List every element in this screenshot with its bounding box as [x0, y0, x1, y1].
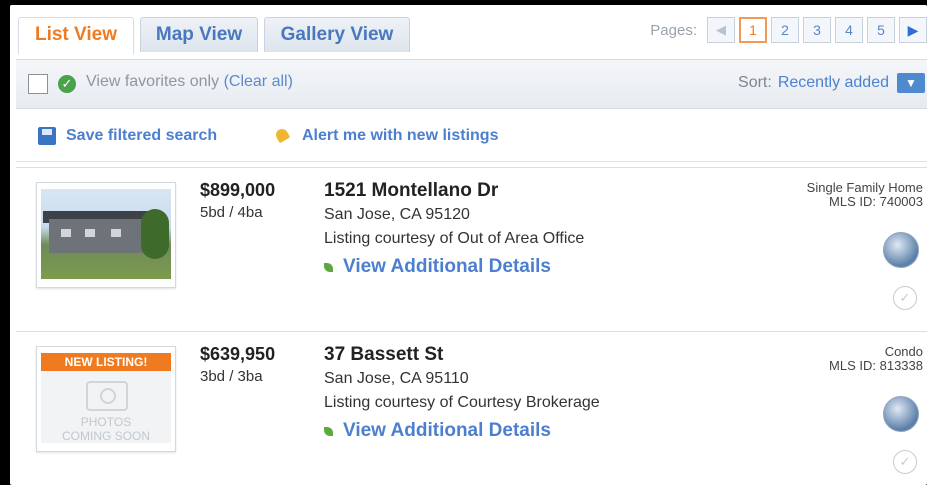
- tab-gallery-view[interactable]: Gallery View: [264, 17, 410, 52]
- camera-icon: [86, 381, 128, 411]
- favorites-only-label: View favorites only: [86, 73, 220, 90]
- leaf-icon: [324, 262, 333, 272]
- filter-bar: ✓ View favorites only (Clear all) Sort: …: [16, 59, 927, 109]
- save-filtered-search-button[interactable]: Save filtered search: [38, 127, 217, 145]
- listing-courtesy: Listing courtesy of Out of Area Office: [324, 230, 585, 247]
- favorite-toggle-icon[interactable]: ✓: [893, 450, 917, 474]
- listing-city: San Jose, CA 95110: [324, 370, 469, 387]
- listing-item: $899,000 5bd / 4ba 1521 Montellano Dr Sa…: [16, 167, 927, 320]
- listing-photo[interactable]: [36, 182, 176, 288]
- listing-price: $639,950: [200, 344, 276, 364]
- favorite-check-icon: ✓: [58, 75, 76, 93]
- listing-item: NEW LISTING! PHOTOS COMING SOON $639,950…: [16, 331, 927, 484]
- leaf-icon: [324, 426, 333, 436]
- action-bar: Save filtered search Alert me with new l…: [16, 111, 927, 162]
- listing-beds-baths: 5bd / 4ba: [200, 204, 263, 221]
- listing-city: San Jose, CA 95120: [324, 206, 470, 223]
- view-details-label: View Additional Details: [343, 256, 551, 277]
- listing-panel: List View Map View Gallery View Pages: ◀…: [10, 5, 927, 485]
- mls-id: MLS ID: 813338: [829, 358, 923, 373]
- listing-price: $899,000: [200, 180, 276, 200]
- save-icon: [38, 127, 56, 145]
- property-type: Single Family Home: [806, 180, 923, 195]
- map-pin-icon[interactable]: [883, 396, 919, 432]
- page-4-button[interactable]: 4: [835, 17, 863, 43]
- clear-all-link[interactable]: (Clear all): [224, 73, 293, 90]
- pages-label: Pages:: [650, 21, 697, 39]
- bell-icon: [274, 127, 292, 145]
- listing-beds-baths: 3bd / 3ba: [200, 368, 263, 385]
- listing-courtesy: Listing courtesy of Courtesy Brokerage: [324, 394, 600, 411]
- view-details-label: View Additional Details: [343, 420, 551, 441]
- prev-page-icon[interactable]: ◀: [707, 17, 735, 43]
- view-tabs: List View Map View Gallery View Pages: ◀…: [10, 5, 927, 54]
- tab-list-view[interactable]: List View: [18, 17, 134, 54]
- sort-control: Sort: Recently added ▼: [738, 73, 925, 93]
- map-pin-icon[interactable]: [883, 232, 919, 268]
- photos-coming-soon: PHOTOS COMING SOON: [61, 415, 150, 443]
- property-type: Condo: [884, 344, 923, 359]
- sort-dropdown-icon[interactable]: ▼: [897, 73, 925, 93]
- favorites-only-checkbox[interactable]: [28, 74, 48, 94]
- alert-new-listings-button[interactable]: Alert me with new listings: [274, 127, 498, 145]
- tab-map-view[interactable]: Map View: [140, 17, 258, 52]
- mls-id: MLS ID: 740003: [829, 194, 923, 209]
- favorites-filter-text: View favorites only (Clear all): [86, 73, 293, 91]
- photo-placeholder: NEW LISTING! PHOTOS COMING SOON: [41, 353, 171, 443]
- listing-address: 37 Bassett St: [324, 344, 444, 365]
- next-page-icon[interactable]: ▶: [899, 17, 927, 43]
- view-details-link[interactable]: View Additional Details: [324, 420, 551, 442]
- favorite-toggle-icon[interactable]: ✓: [893, 286, 917, 310]
- sort-label: Sort:: [738, 74, 772, 91]
- view-details-link[interactable]: View Additional Details: [324, 256, 551, 278]
- save-filtered-search-label: Save filtered search: [66, 127, 218, 144]
- alert-new-listings-label: Alert me with new listings: [302, 127, 499, 144]
- page-5-button[interactable]: 5: [867, 17, 895, 43]
- page-3-button[interactable]: 3: [803, 17, 831, 43]
- house-photo: [41, 189, 171, 279]
- sort-value[interactable]: Recently added: [778, 74, 889, 92]
- listing-address: 1521 Montellano Dr: [324, 180, 499, 201]
- page-2-button[interactable]: 2: [771, 17, 799, 43]
- listing-photo[interactable]: NEW LISTING! PHOTOS COMING SOON: [36, 346, 176, 452]
- page-1-button[interactable]: 1: [739, 17, 767, 43]
- new-listing-badge: NEW LISTING!: [41, 353, 171, 371]
- pagination: Pages: ◀ 1 2 3 4 5 ▶: [650, 15, 927, 45]
